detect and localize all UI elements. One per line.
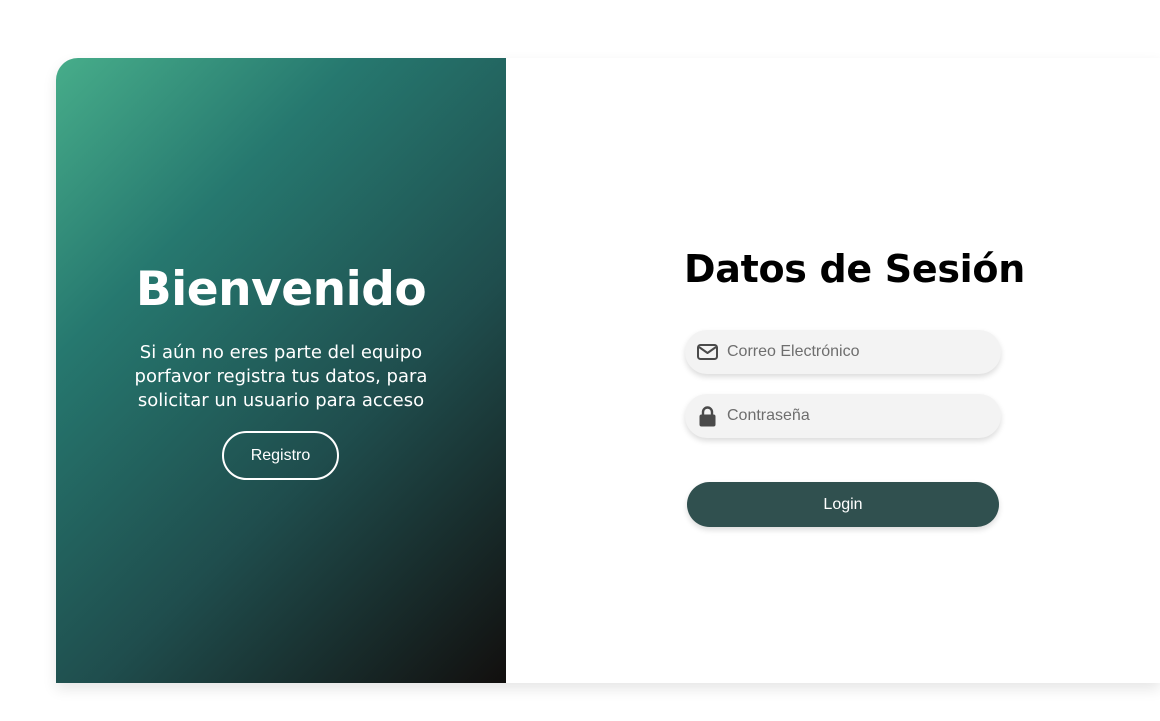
welcome-message: Si aún no eres parte del equipo porfavor…	[111, 341, 451, 413]
login-button[interactable]: Login	[687, 482, 999, 527]
email-field[interactable]	[685, 330, 1001, 374]
login-title: Datos de Sesión	[684, 247, 1025, 291]
login-card: Bienvenido Si aún no eres parte del equi…	[56, 58, 1160, 683]
password-input[interactable]	[718, 394, 1001, 438]
welcome-panel: Bienvenido Si aún no eres parte del equi…	[56, 58, 506, 683]
welcome-message-line: solicitar un usuario para acceso	[137, 390, 425, 411]
password-field[interactable]	[685, 394, 1001, 438]
welcome-title: Bienvenido	[135, 262, 427, 317]
welcome-message-line: Si aún no eres parte del equipo	[139, 342, 423, 363]
envelope-icon	[696, 341, 718, 363]
email-input[interactable]	[718, 330, 1001, 374]
login-panel: Datos de Sesión Login	[506, 58, 1160, 683]
welcome-message-line: porfavor registra tus datos, para	[134, 366, 428, 387]
lock-icon	[696, 405, 718, 427]
register-button[interactable]: Registro	[222, 431, 339, 480]
